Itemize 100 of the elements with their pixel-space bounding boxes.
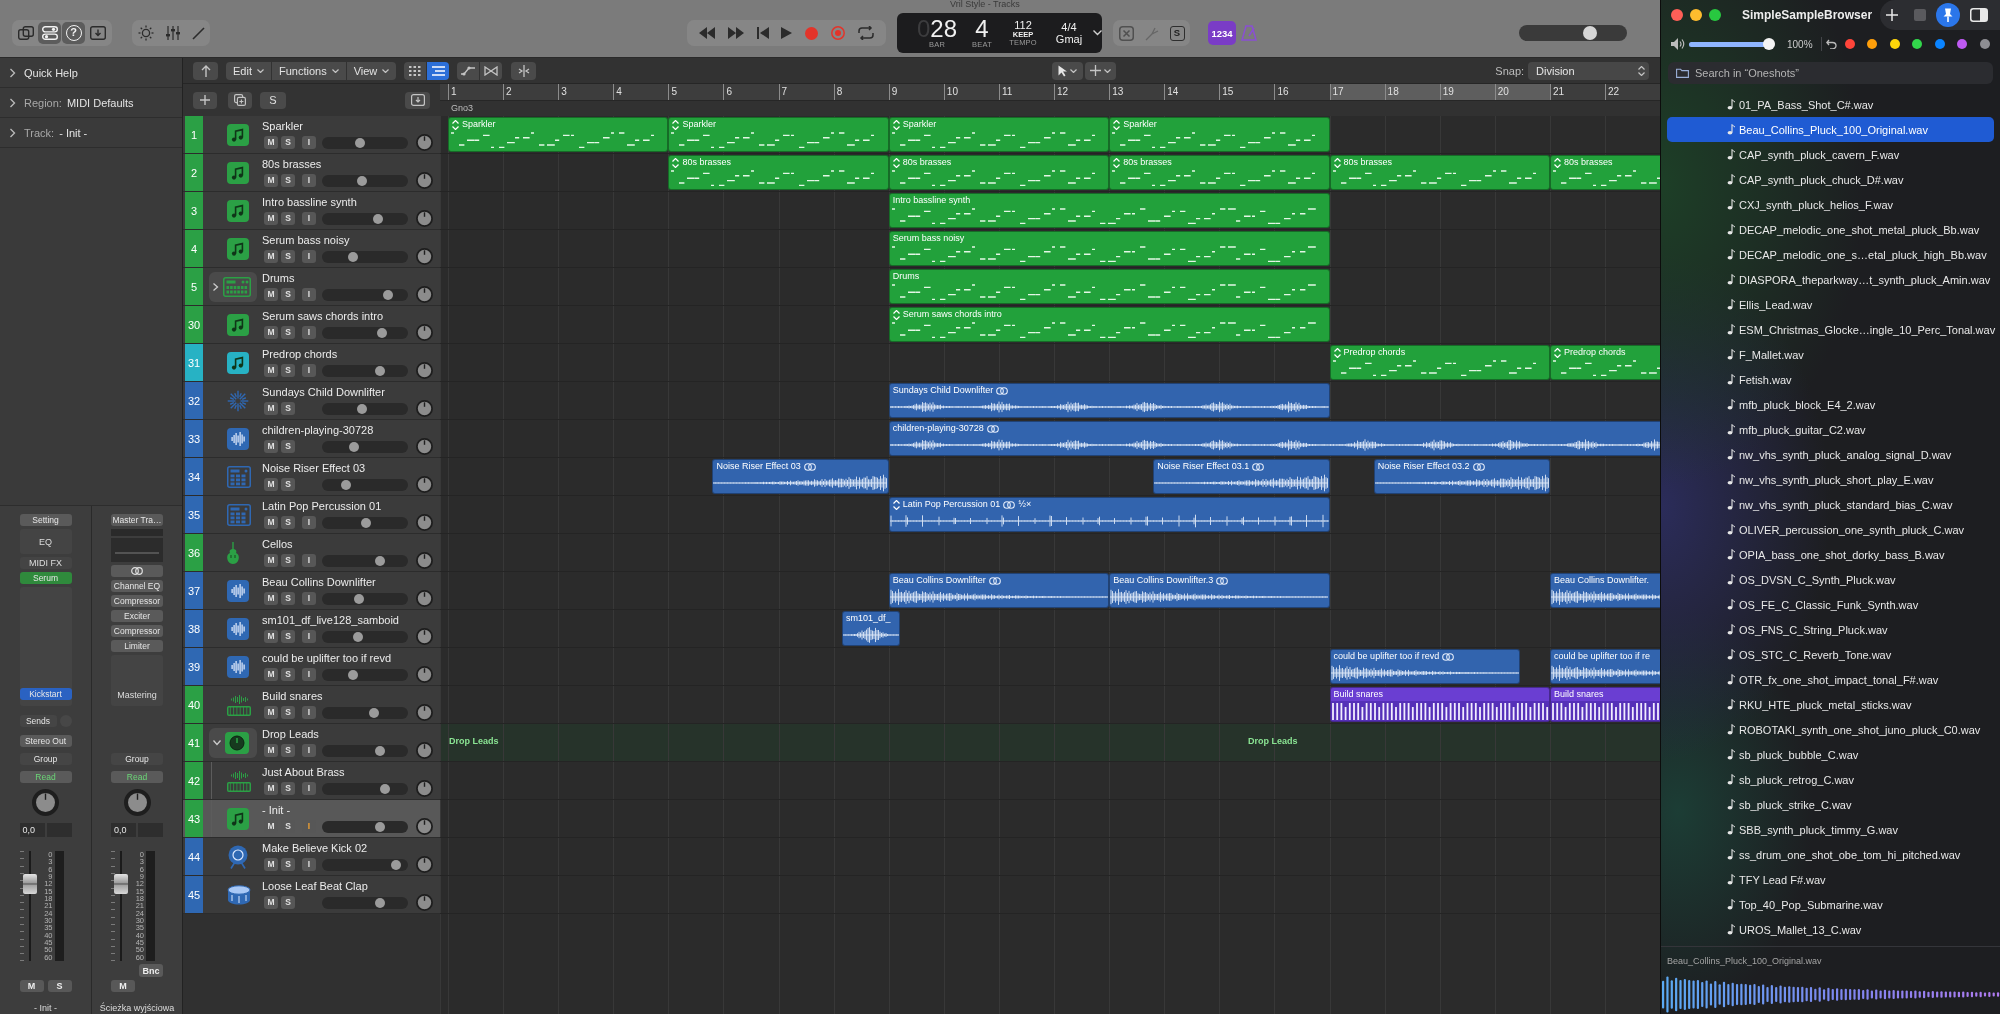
snap-dropdown[interactable]: Division (1528, 61, 1650, 80)
file-row[interactable]: UROS_Mallet_13_C.wav (1667, 917, 1994, 942)
color-dot-icon[interactable] (1957, 39, 1968, 49)
file-row[interactable]: CXJ_synth_pluck_helios_F.wav (1667, 192, 1994, 217)
file-row[interactable]: 01_PA_Bass_Shot_C#.wav (1667, 92, 1994, 117)
mute-button[interactable]: M (264, 402, 278, 415)
track-header[interactable]: 35 Latin Pop Percussion 01 M S I (183, 496, 440, 534)
slider-thumb[interactable] (341, 479, 351, 490)
file-row[interactable]: OS_FE_C_Classic_Funk_Synth.wav (1667, 592, 1994, 617)
file-row[interactable]: nw_vhs_synth_pluck_standard_bias_C.wav (1667, 492, 1994, 517)
slider-thumb[interactable] (375, 365, 386, 376)
input-monitor-button[interactable]: I (302, 630, 316, 643)
fader-handle[interactable] (22, 874, 37, 895)
folder-region-name[interactable]: Drop Leads (449, 736, 499, 747)
solo-button[interactable]: S (281, 440, 295, 453)
audio-region[interactable]: Noise Riser Effect 03.2 (1373, 459, 1550, 494)
pan-knob[interactable] (416, 704, 433, 721)
slider-thumb[interactable] (1582, 26, 1597, 40)
midi-region[interactable]: Drums (888, 269, 1330, 304)
sun-icon[interactable] (137, 25, 154, 41)
file-row[interactable]: OS_STC_C_Reverb_Tone.wav (1667, 642, 1994, 667)
sends-label[interactable]: Sends (19, 715, 57, 727)
midi-region[interactable]: Serum bass noisy (888, 231, 1330, 266)
strip-toggle-button[interactable]: M (19, 980, 44, 992)
pan-knob[interactable] (416, 552, 433, 569)
pin-icon[interactable] (1936, 3, 1960, 27)
help-button[interactable]: ? (62, 22, 85, 44)
preset-button[interactable]: Master Tra… (111, 514, 163, 526)
audio-region[interactable]: Beau Collins Downlifter.3 (1109, 573, 1330, 608)
bounce-button[interactable]: Bnc (139, 964, 163, 977)
slider-thumb[interactable] (375, 555, 386, 566)
volume-slider[interactable] (322, 174, 408, 187)
mute-button[interactable]: M (264, 326, 278, 339)
audio-region[interactable]: Sundays Child Downlifter (888, 383, 1330, 418)
mute-button[interactable]: M (264, 136, 278, 149)
solo-button[interactable]: S (281, 516, 295, 529)
view-mode-button[interactable] (427, 61, 450, 80)
mute-button[interactable]: M (264, 858, 278, 871)
slider-thumb[interactable] (382, 289, 393, 300)
solo-button[interactable]: S (281, 136, 295, 149)
chevron-down-icon[interactable] (213, 739, 221, 746)
midi-region[interactable]: 80s brasses (1109, 155, 1330, 190)
audio-region[interactable]: Noise Riser Effect 03 (712, 459, 889, 494)
color-dot-icon[interactable] (1889, 39, 1900, 49)
strip-toggle-button[interactable]: M (111, 980, 135, 992)
plugin-slot[interactable]: Serum (19, 572, 72, 584)
pan-knob[interactable] (416, 818, 433, 835)
file-row[interactable]: sb_pluck_retrog_C.wav (1667, 767, 1994, 792)
volume-slider[interactable] (322, 288, 408, 301)
solo-button[interactable]: S (281, 668, 295, 681)
duplicate-track-button[interactable] (228, 91, 252, 109)
mute-button[interactable]: M (264, 744, 278, 757)
pan-knob[interactable] (416, 742, 433, 759)
track-header[interactable]: 41 Drop Leads M S I (183, 724, 440, 762)
solo-button[interactable]: S (281, 858, 295, 871)
volume-slider[interactable] (322, 516, 408, 529)
input-monitor-button[interactable]: I (302, 592, 316, 605)
solo-button[interactable]: S (281, 402, 295, 415)
mute-button[interactable]: M (264, 630, 278, 643)
audio-region[interactable]: Beau Collins Downlifter. (1550, 573, 1660, 608)
inspector-section-header[interactable]: Quick Help (0, 58, 182, 88)
mute-button[interactable]: M (264, 516, 278, 529)
input-monitor-button[interactable]: I (302, 668, 316, 681)
track-header[interactable]: 4 Serum bass noisy M S I (183, 230, 440, 268)
volume-slider[interactable] (322, 554, 408, 567)
mute-button[interactable]: M (264, 174, 278, 187)
add-track-button[interactable] (193, 91, 217, 109)
file-row[interactable]: RKU_HTE_pluck_metal_sticks.wav (1667, 692, 1994, 717)
slider-thumb[interactable] (347, 669, 358, 680)
midi-region[interactable]: Sparkler (1109, 117, 1330, 152)
midi-region[interactable]: Intro bassline synth (888, 193, 1330, 228)
slider-thumb[interactable] (375, 897, 386, 908)
slider-thumb[interactable] (1763, 37, 1775, 50)
solo-button[interactable]: S (281, 288, 295, 301)
fader-handle[interactable] (114, 874, 128, 895)
file-row[interactable]: Beau_Collins_Pluck_100_Original.wav (1667, 117, 1994, 142)
volume-readout[interactable]: 0,0 (111, 823, 136, 837)
pan-knob[interactable] (416, 666, 433, 683)
pan-knob[interactable] (416, 514, 433, 531)
pan-knob[interactable] (416, 780, 433, 797)
slider-thumb[interactable] (375, 745, 386, 756)
volume-slider[interactable] (322, 250, 408, 263)
play-icon[interactable] (781, 27, 793, 39)
rewind-icon[interactable] (699, 27, 716, 39)
volume-slider[interactable] (322, 896, 408, 909)
volume-slider[interactable] (322, 668, 408, 681)
plugin-slot[interactable]: Exciter (111, 610, 163, 622)
track-header[interactable]: 37 Beau Collins Downlifter M S I (183, 572, 440, 610)
input-monitor-button[interactable]: I (302, 174, 316, 187)
solo-button[interactable]: S (281, 744, 295, 757)
view-mode-button[interactable] (404, 61, 427, 80)
bowtie-button[interactable] (480, 61, 503, 80)
track-header[interactable]: 34 Noise Riser Effect 03 M S (183, 458, 440, 496)
pan-knob[interactable] (416, 856, 433, 873)
file-row[interactable]: mfb_pluck_block_E4_2.wav (1667, 392, 1994, 417)
mute-button[interactable]: M (264, 212, 278, 225)
volume-slider[interactable] (322, 364, 408, 377)
file-row[interactable]: SBB_synth_pluck_timmy_G.wav (1667, 817, 1994, 842)
input-monitor-button[interactable]: I (302, 744, 316, 757)
mute-button[interactable]: M (264, 250, 278, 263)
